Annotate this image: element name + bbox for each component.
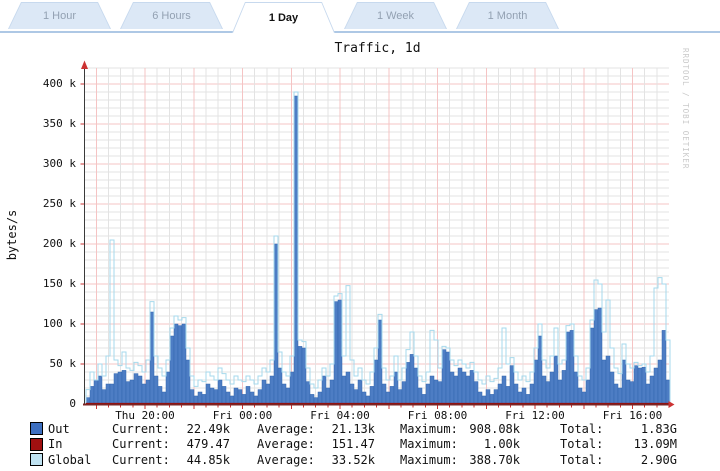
legend-stat-total: Total:2.90G [560, 453, 677, 467]
y-tick-label: 0 [28, 397, 76, 410]
rrdtool-watermark: RRDTOOL / TOBI OETIKER [681, 48, 690, 188]
legend-stat-average: Average:151.47 [257, 437, 375, 451]
tab-1-hour[interactable]: 1 Hour [8, 2, 111, 29]
legend-stat-average: Average:33.52k [257, 453, 375, 467]
time-range-tabs: 1 Hour 6 Hours 1 Day 1 Week 1 Month [0, 0, 720, 33]
y-axis-label: bytes/s [5, 135, 19, 335]
legend-row-out: OutCurrent:22.49k Average:21.13k Maximum:9… [0, 421, 720, 437]
y-tick-label: 400 k [28, 77, 76, 90]
y-tick-label: 50 k [28, 357, 76, 370]
tab-6-hours[interactable]: 6 Hours [120, 2, 223, 29]
tab-label: 1 Hour [8, 2, 111, 29]
tab-1-day[interactable]: 1 Day [232, 2, 335, 33]
y-tick-label: 100 k [28, 317, 76, 330]
legend-row-global: GlobalCurrent:44.85k Average:33.52k Maximu… [0, 452, 720, 468]
out-series [86, 96, 670, 404]
y-tick-label: 200 k [28, 237, 76, 250]
legend-stat-total: Total:1.83G [560, 422, 677, 436]
traffic-monitor-page: 1 Hour 6 Hours 1 Day 1 Week 1 Month Traffic,… [0, 0, 720, 471]
y-tick-label: 300 k [28, 157, 76, 170]
chart-legend: OutCurrent:22.49k Average:21.13k Maximum:9… [0, 421, 720, 468]
y-tick-label: 250 k [28, 197, 76, 210]
y-tick-label: 350 k [28, 117, 76, 130]
legend-series-name: Global [48, 453, 112, 467]
legend-stat-current: Current:22.49k [112, 422, 230, 436]
legend-stat-current: Current:479.47 [112, 437, 230, 451]
legend-row-in: InCurrent:479.47 Average:151.47 Maximum:1.… [0, 437, 720, 453]
legend-swatch-global [30, 453, 43, 466]
legend-swatch-out [30, 422, 43, 435]
tab-label: 1 Week [344, 2, 447, 29]
legend-stat-maximum: Maximum:908.08k [400, 422, 520, 436]
legend-series-name: In [48, 437, 112, 451]
legend-swatch-in [30, 438, 43, 451]
tab-label: 1 Month [456, 2, 559, 29]
y-tick-label: 150 k [28, 277, 76, 290]
legend-stat-average: Average:21.13k [257, 422, 375, 436]
legend-stat-maximum: Maximum:1.00k [400, 437, 520, 451]
tab-label: 6 Hours [120, 2, 223, 29]
legend-stat-current: Current:44.85k [112, 453, 230, 467]
tab-label: 1 Day [232, 2, 335, 33]
tab-1-month[interactable]: 1 Month [456, 2, 559, 29]
legend-stat-maximum: Maximum:388.70k [400, 453, 520, 467]
traffic-chart [80, 60, 675, 410]
chart-title: Traffic, 1d [80, 41, 675, 56]
legend-series-name: Out [48, 422, 112, 436]
legend-stat-total: Total:13.09M [560, 437, 677, 451]
tab-1-week[interactable]: 1 Week [344, 2, 447, 29]
